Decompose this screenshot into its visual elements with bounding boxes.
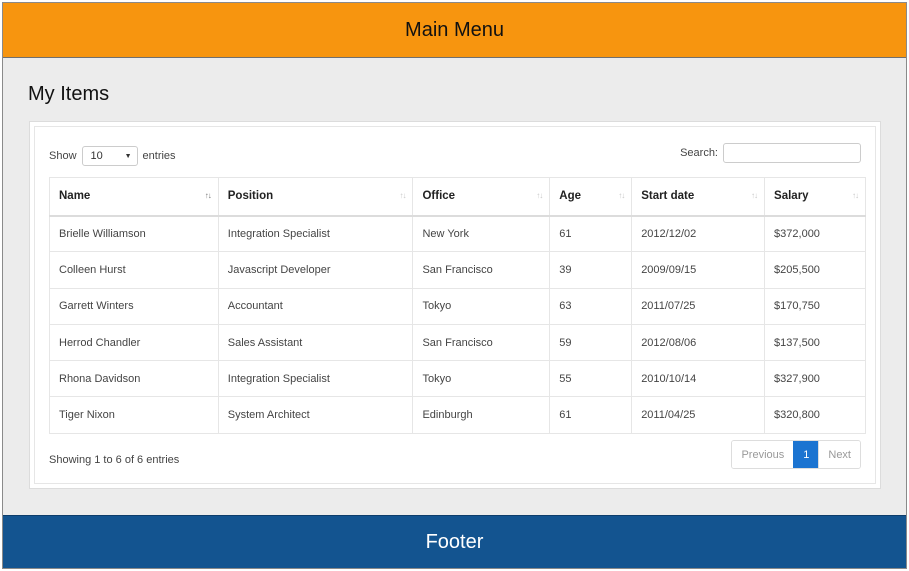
- table-cell: Accountant: [217, 287, 414, 325]
- table-row: Rhona Davidson Integration Specialist To…: [49, 360, 866, 398]
- table-cell: Sales Assistant: [217, 323, 414, 362]
- column-header-label: Start date: [641, 190, 695, 203]
- table-cell: $327,900: [764, 360, 866, 398]
- table-row: Garrett Winters Accountant Tokyo 63 2011…: [49, 287, 866, 325]
- sort-icon: ↑↓: [399, 191, 406, 200]
- previous-page-button[interactable]: Previous: [732, 441, 794, 468]
- page-button-current[interactable]: 1: [793, 441, 819, 468]
- table-cell: Tiger Nixon: [49, 396, 219, 434]
- column-header-office[interactable]: Office ↑↓: [412, 177, 551, 217]
- sort-icon: ↑↓: [751, 191, 758, 200]
- column-header-label: Position: [227, 190, 274, 203]
- table-cell: 2011/04/25: [631, 396, 766, 434]
- table-panel: Show 10 ▼ entries Search: Name ↑↓ Positi…: [29, 121, 881, 489]
- table-cell: 2009/09/15: [631, 251, 766, 289]
- column-header-label: Office: [422, 190, 456, 203]
- footer: Footer: [3, 515, 906, 568]
- table-cell: $320,800: [764, 396, 866, 434]
- sort-icon: ↑↓: [536, 191, 543, 200]
- table-cell: Integration Specialist: [217, 360, 414, 398]
- sort-icon: ↑↓: [204, 191, 212, 200]
- page-length-select[interactable]: 10 ▼: [81, 146, 138, 166]
- main-menu[interactable]: Main Menu: [3, 3, 906, 58]
- data-table: Name ↑↓ Position ↑↓ Office ↑↓ Age ↑↓ Sta…: [49, 177, 866, 434]
- column-header-age[interactable]: Age ↑↓: [549, 177, 633, 217]
- table-cell: Rhona Davidson: [49, 360, 219, 398]
- table-cell: Edinburgh: [412, 396, 551, 434]
- search-label: Search:: [680, 147, 718, 159]
- pagination: Previous 1 Next: [731, 440, 861, 469]
- table-cell: $170,750: [764, 287, 866, 325]
- table-cell: Tokyo: [412, 360, 551, 398]
- table-cell: 61: [549, 396, 633, 434]
- table-cell: Colleen Hurst: [49, 251, 219, 289]
- table-cell: 59: [549, 323, 633, 362]
- entries-label: entries: [142, 150, 176, 162]
- footer-title: Footer: [425, 530, 484, 553]
- table-cell: $372,000: [764, 214, 866, 253]
- table-wrapper: Show 10 ▼ entries Search: Name ↑↓ Positi…: [34, 126, 876, 484]
- main-menu-title[interactable]: Main Menu: [405, 19, 504, 42]
- column-header-name[interactable]: Name ↑↓: [49, 177, 219, 217]
- search-input[interactable]: [723, 143, 861, 163]
- sort-icon: ↑↓: [852, 191, 859, 200]
- show-label: Show: [49, 150, 77, 162]
- table-cell: Tokyo: [412, 287, 551, 325]
- table-cell: Herrod Chandler: [49, 323, 219, 362]
- column-header-label: Name: [59, 190, 91, 203]
- page-title: My Items: [28, 83, 110, 105]
- table-row: Brielle Williamson Integration Specialis…: [49, 214, 866, 253]
- caret-down-icon: ▼: [124, 152, 132, 160]
- column-header-salary[interactable]: Salary ↑↓: [764, 177, 866, 217]
- table-cell: Integration Specialist: [217, 214, 414, 253]
- page-length-control: Show 10 ▼ entries: [49, 146, 176, 166]
- column-header-label: Age: [559, 190, 582, 203]
- table-info: Showing 1 to 6 of 6 entries: [49, 454, 180, 466]
- table-cell: 2012/08/06: [631, 323, 766, 362]
- sort-icon: ↑↓: [618, 191, 625, 200]
- table-cell: 2011/07/25: [631, 287, 766, 325]
- table-cell: New York: [412, 214, 551, 253]
- table-cell: Brielle Williamson: [49, 214, 219, 253]
- app-frame: Main Menu My Items Show 10 ▼ entries Sea…: [2, 2, 907, 569]
- table-cell: 2010/10/14: [631, 360, 766, 398]
- next-page-button[interactable]: Next: [818, 441, 860, 468]
- table-cell: 2012/12/02: [631, 214, 766, 253]
- table-cell: $137,500: [764, 323, 866, 362]
- table-cell: 61: [549, 214, 633, 253]
- table-cell: Javascript Developer: [217, 251, 414, 289]
- table-row: Tiger Nixon System Architect Edinburgh 6…: [49, 396, 866, 434]
- table-cell: 39: [549, 251, 633, 289]
- table-cell: San Francisco: [412, 251, 551, 289]
- page-length-value: 10: [90, 150, 103, 162]
- table-cell: Garrett Winters: [49, 287, 219, 325]
- column-header-start-date[interactable]: Start date ↑↓: [631, 177, 766, 217]
- column-header-position[interactable]: Position ↑↓: [217, 177, 414, 217]
- table-header-row: Name ↑↓ Position ↑↓ Office ↑↓ Age ↑↓ Sta…: [49, 177, 866, 217]
- search-control: Search:: [680, 143, 861, 163]
- table-row: Colleen Hurst Javascript Developer San F…: [49, 251, 866, 289]
- table-cell: 55: [549, 360, 633, 398]
- table-cell: 63: [549, 287, 633, 325]
- table-cell: San Francisco: [412, 323, 551, 362]
- table-cell: System Architect: [217, 396, 414, 434]
- table-cell: $205,500: [764, 251, 866, 289]
- table-row: Herrod Chandler Sales Assistant San Fran…: [49, 323, 866, 362]
- column-header-label: Salary: [774, 190, 809, 203]
